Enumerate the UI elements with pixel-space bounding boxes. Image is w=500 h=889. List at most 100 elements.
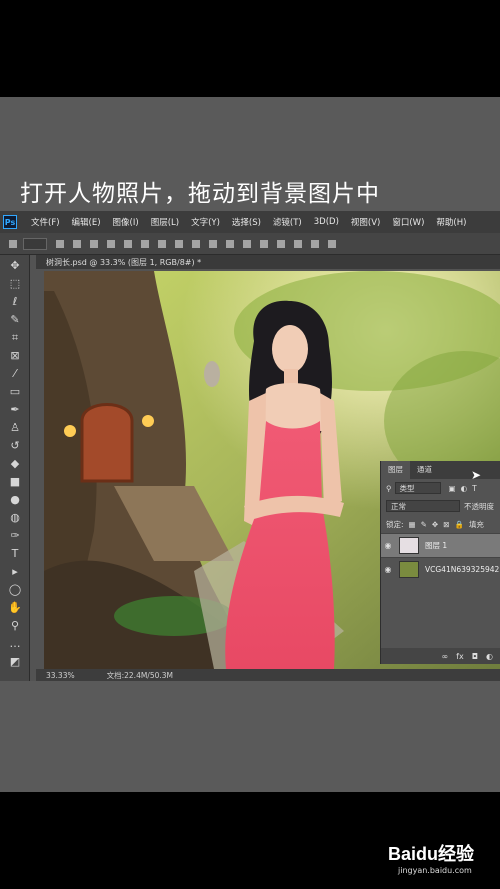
align-bottom-icon[interactable] xyxy=(158,239,166,248)
layer-filter-select[interactable]: 类型 xyxy=(394,482,441,494)
lock-pixels-icon[interactable]: ▦ xyxy=(409,520,416,529)
blur-tool-icon[interactable]: ● xyxy=(8,493,22,507)
lock-all-icon[interactable]: 🔒 xyxy=(455,520,464,529)
distribute-3-icon[interactable] xyxy=(209,239,217,248)
tools-panel: ✥ ⬚ ℓ ✎ ⌗ ⊠ ⁄ ▭ ✒ ♙ ↺ ◆ ■ ● ◍ ✑ T ▸ ◯ ✋ … xyxy=(0,255,30,681)
filter-pixel-icon[interactable]: ▣ xyxy=(449,484,456,493)
path-select-tool-icon[interactable]: ▸ xyxy=(8,565,22,579)
align-top-icon[interactable] xyxy=(124,239,132,248)
menu-window[interactable]: 窗口(W) xyxy=(392,216,424,228)
filter-type-icon[interactable]: T xyxy=(472,484,477,493)
3d-pan-icon[interactable] xyxy=(311,239,319,248)
lock-move-icon[interactable]: ✥ xyxy=(432,520,438,529)
distribute-4-icon[interactable] xyxy=(226,239,234,248)
gradient-tool-icon[interactable]: ■ xyxy=(8,475,22,489)
filter-adjust-icon[interactable]: ◐ xyxy=(461,484,468,493)
frame-tool-icon[interactable]: ⊠ xyxy=(8,349,22,363)
move-tool-option-icon[interactable] xyxy=(9,239,17,248)
file-size[interactable]: 文档:22.4M/50.3M xyxy=(107,670,173,681)
crop-tool-icon[interactable]: ⌗ xyxy=(8,331,22,345)
layer-name[interactable]: 图层 1 xyxy=(425,540,447,551)
baidu-watermark: Baidu经验 xyxy=(388,844,475,864)
3d-roll-icon[interactable] xyxy=(294,239,302,248)
layer-filter-row: ⚲ 类型 ▣ ◐ T xyxy=(381,479,500,497)
lock-paint-icon[interactable]: ✎ xyxy=(421,520,427,529)
distribute-2-icon[interactable] xyxy=(192,239,200,248)
align-middle-icon[interactable] xyxy=(141,239,149,248)
3d-mode-icon[interactable] xyxy=(260,239,268,248)
layer-row[interactable]: ◉ 图层 1 xyxy=(381,533,500,557)
layer-row[interactable]: ◉ VCG41N639325942 xyxy=(381,557,500,581)
menu-bar: Ps 文件(F) 编辑(E) 图像(I) 图层(L) 文字(Y) 选择(S) 滤… xyxy=(0,211,500,233)
pen-tool-icon[interactable]: ✑ xyxy=(8,529,22,543)
align-left-icon[interactable] xyxy=(73,239,81,248)
shape-tool-icon[interactable]: ◯ xyxy=(8,583,22,597)
adjustment-icon[interactable]: ◐ xyxy=(486,652,493,661)
3d-rotate-icon[interactable] xyxy=(277,239,285,248)
menu-view[interactable]: 视图(V) xyxy=(351,216,380,228)
baidu-url: jingyan.baidu.com xyxy=(398,866,472,875)
layer-thumbnail xyxy=(399,561,419,578)
options-bar xyxy=(0,233,500,255)
layer-name[interactable]: VCG41N639325942 xyxy=(425,565,499,574)
brush-tool-icon[interactable]: ✒ xyxy=(8,403,22,417)
lock-artboard-icon[interactable]: ⊠ xyxy=(443,520,449,529)
healing-brush-icon[interactable]: ▭ xyxy=(8,385,22,399)
menu-file[interactable]: 文件(F) xyxy=(31,216,60,228)
lock-row: 锁定: ▦ ✎ ✥ ⊠ 🔒 填充 xyxy=(381,515,500,533)
lasso-tool-icon[interactable]: ℓ xyxy=(8,295,22,309)
mask-icon[interactable]: ◘ xyxy=(472,652,478,661)
layers-panel-tabs: 图层 通道 xyxy=(381,461,500,479)
menu-help[interactable]: 帮助(H) xyxy=(436,216,466,228)
eraser-tool-icon[interactable]: ◆ xyxy=(8,457,22,471)
marquee-tool-icon[interactable]: ⬚ xyxy=(8,277,22,291)
3d-slide-icon[interactable] xyxy=(328,239,336,248)
align-right-icon[interactable] xyxy=(107,239,115,248)
blend-row: 正常 不透明度 xyxy=(381,497,500,515)
document-tab[interactable]: 树洞长.psd @ 33.3% (图层 1, RGB/8#) * xyxy=(36,255,500,269)
eyedropper-tool-icon[interactable]: ⁄ xyxy=(8,367,22,381)
distribute-5-icon[interactable] xyxy=(243,239,251,248)
color-swatches-icon[interactable]: ◩ xyxy=(8,655,22,669)
status-bar: 33.33% 文档:22.4M/50.3M xyxy=(36,669,500,681)
search-icon: ⚲ xyxy=(386,483,392,493)
link-icon[interactable]: ∞ xyxy=(441,652,448,661)
more-tools-icon[interactable]: … xyxy=(8,637,22,651)
menu-edit[interactable]: 编辑(E) xyxy=(72,216,101,228)
visibility-eye-icon[interactable]: ◉ xyxy=(381,541,395,550)
menu-filter[interactable]: 滤镜(T) xyxy=(273,216,302,228)
quick-select-tool-icon[interactable]: ✎ xyxy=(8,313,22,327)
visibility-eye-icon[interactable]: ◉ xyxy=(381,565,395,574)
menu-type[interactable]: 文字(Y) xyxy=(191,216,220,228)
hand-tool-icon[interactable]: ✋ xyxy=(8,601,22,615)
layers-panel-footer: ∞ fx ◘ ◐ xyxy=(381,648,500,664)
blend-mode-select[interactable]: 正常 xyxy=(386,500,460,512)
menu-layer[interactable]: 图层(L) xyxy=(151,216,179,228)
zoom-level[interactable]: 33.33% xyxy=(46,671,75,680)
align-center-icon[interactable] xyxy=(90,239,98,248)
transform-controls-icon[interactable] xyxy=(56,239,64,248)
ps-logo-icon: Ps xyxy=(3,215,17,229)
tab-layers[interactable]: 图层 xyxy=(381,461,410,479)
fx-icon[interactable]: fx xyxy=(456,652,464,661)
tutorial-caption: 打开人物照片，拖动到背景图片中 xyxy=(20,181,380,207)
auto-select-dropdown[interactable] xyxy=(23,237,47,250)
fill-label: 填充 xyxy=(468,519,484,529)
zoom-tool-icon[interactable]: ⚲ xyxy=(8,619,22,633)
tab-channels[interactable]: 通道 xyxy=(410,461,439,479)
move-tool-icon[interactable]: ✥ xyxy=(8,259,22,273)
type-tool-icon[interactable]: T xyxy=(8,547,22,561)
stamp-tool-icon[interactable]: ♙ xyxy=(8,421,22,435)
layers-panel: 图层 通道 ⚲ 类型 ▣ ◐ T 正常 不透明度 锁定: ▦ ✎ ✥ ⊠ 🔒 填… xyxy=(380,461,500,664)
document-tab-title: 树洞长.psd @ 33.3% (图层 1, RGB/8#) * xyxy=(46,257,202,267)
history-brush-icon[interactable]: ↺ xyxy=(8,439,22,453)
menu-3d[interactable]: 3D(D) xyxy=(314,217,339,227)
lock-label: 锁定: xyxy=(386,519,404,529)
opacity-label: 不透明度 xyxy=(464,501,494,511)
menu-select[interactable]: 选择(S) xyxy=(232,216,261,228)
layer-thumbnail xyxy=(399,537,419,554)
dodge-tool-icon[interactable]: ◍ xyxy=(8,511,22,525)
menu-image[interactable]: 图像(I) xyxy=(113,216,139,228)
mouse-cursor-icon: ➤ xyxy=(471,468,482,482)
distribute-icon[interactable] xyxy=(175,239,183,248)
